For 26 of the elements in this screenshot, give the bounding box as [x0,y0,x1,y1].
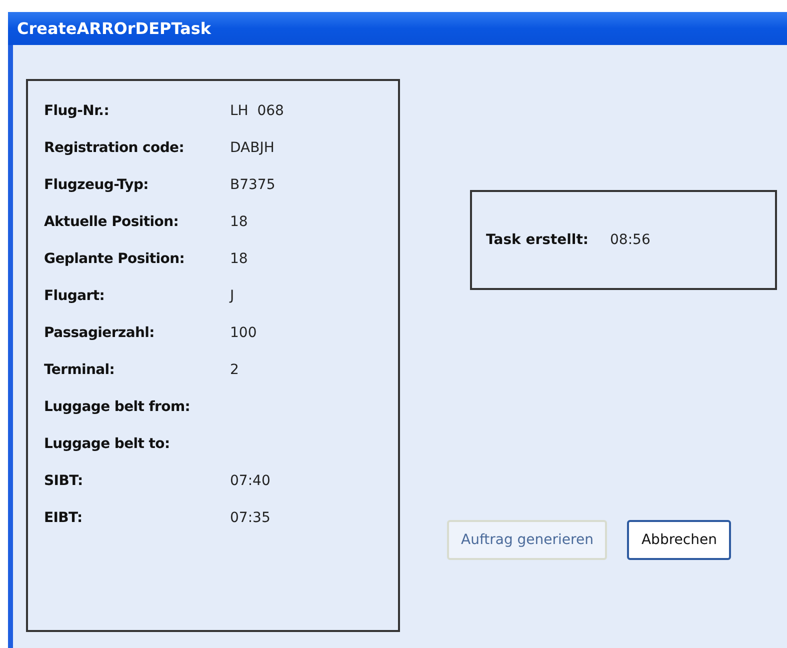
field-label: Geplante Position: [44,251,186,267]
field-label: Flugzeug-Typ: [44,177,150,193]
cancel-button[interactable]: Abbrechen [627,520,731,560]
field-label: Passagierzahl: [44,325,156,341]
field-value: 18 [230,214,248,230]
field-value: 100 [230,325,257,341]
field-value: 08:56 [610,232,650,248]
field-value: 07:40 [230,473,270,489]
field-value: B7375 [230,177,276,193]
field-label: Task erstellt: [486,232,590,248]
field-value: 18 [230,251,248,267]
field-value: LH 068 [230,103,284,119]
field-label: SIBT: [44,473,84,489]
field-label: Flugart: [44,288,106,304]
field-value: 07:35 [230,510,270,526]
field-value: 2 [230,362,239,378]
field-label: Terminal: [44,362,116,378]
field-value: DABJH [230,140,274,156]
field-label: Luggage belt to: [44,436,171,452]
field-label: Aktuelle Position: [44,214,180,230]
window-title: CreateARROrDEPTask [8,12,787,45]
field-label: Luggage belt from: [44,399,192,415]
field-label: Registration code: [44,140,186,156]
field-value: J [230,288,234,304]
field-label: EIBT: [44,510,84,526]
field-label: Flug-Nr.: [44,103,110,119]
